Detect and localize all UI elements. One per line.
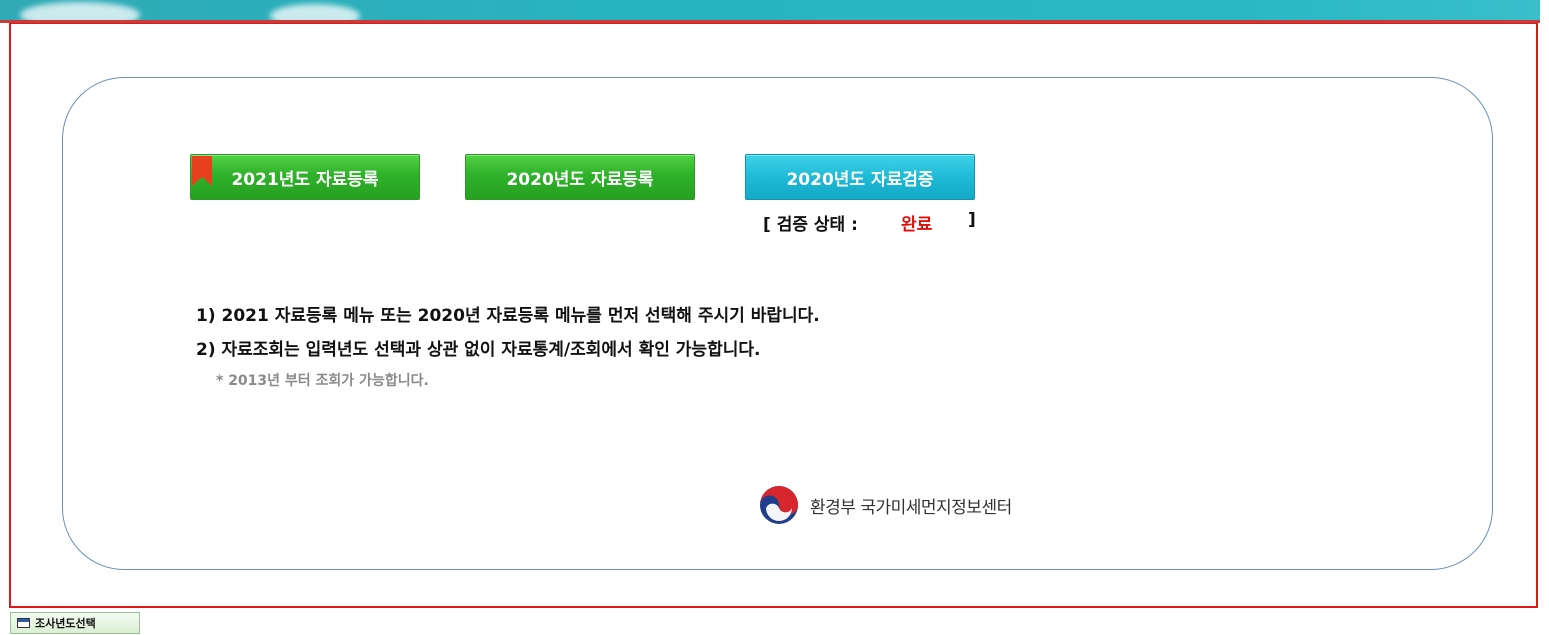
register-2020-label: 2020년도 자료등록	[506, 169, 654, 190]
banner-cloud	[20, 2, 140, 20]
verify-2020-label: 2020년도 자료검증	[786, 169, 934, 190]
register-2021-button[interactable]: 2021년도 자료등록	[190, 154, 420, 200]
ministry-logo: 환경부 국가미세먼지정보센터	[758, 485, 1012, 525]
verification-status-value: 완료	[901, 215, 933, 235]
window-icon	[17, 618, 30, 628]
ministry-logo-text: 환경부 국가미세먼지정보센터	[810, 497, 1012, 518]
instruction-note-2: 2) 자료조회는 입력년도 선택과 상관 없이 자료통계/조회에서 확인 가능합…	[196, 340, 761, 360]
select-survey-year-label: 조사년도선택	[35, 617, 96, 630]
taegeuk-emblem-icon	[760, 486, 798, 524]
banner-cloud	[270, 4, 360, 20]
verification-status-close: ]	[968, 210, 976, 230]
top-banner	[0, 0, 1540, 20]
register-2020-button[interactable]: 2020년도 자료등록	[465, 154, 695, 200]
bookmark-icon	[192, 156, 212, 186]
verification-status: [ 검증 상태 : 완료 ]	[763, 210, 993, 236]
instruction-note-1: 1) 2021 자료등록 메뉴 또는 2020년 자료등록 메뉴를 먼저 선택해…	[196, 306, 820, 326]
select-survey-year-tab[interactable]: 조사년도선택	[10, 612, 140, 634]
instruction-sub-note: * 2013년 부터 조회가 가능합니다.	[216, 373, 429, 389]
verify-2020-button[interactable]: 2020년도 자료검증	[745, 154, 975, 200]
register-2021-label: 2021년도 자료등록	[231, 169, 379, 190]
verification-status-label: [ 검증 상태 :	[763, 215, 858, 235]
